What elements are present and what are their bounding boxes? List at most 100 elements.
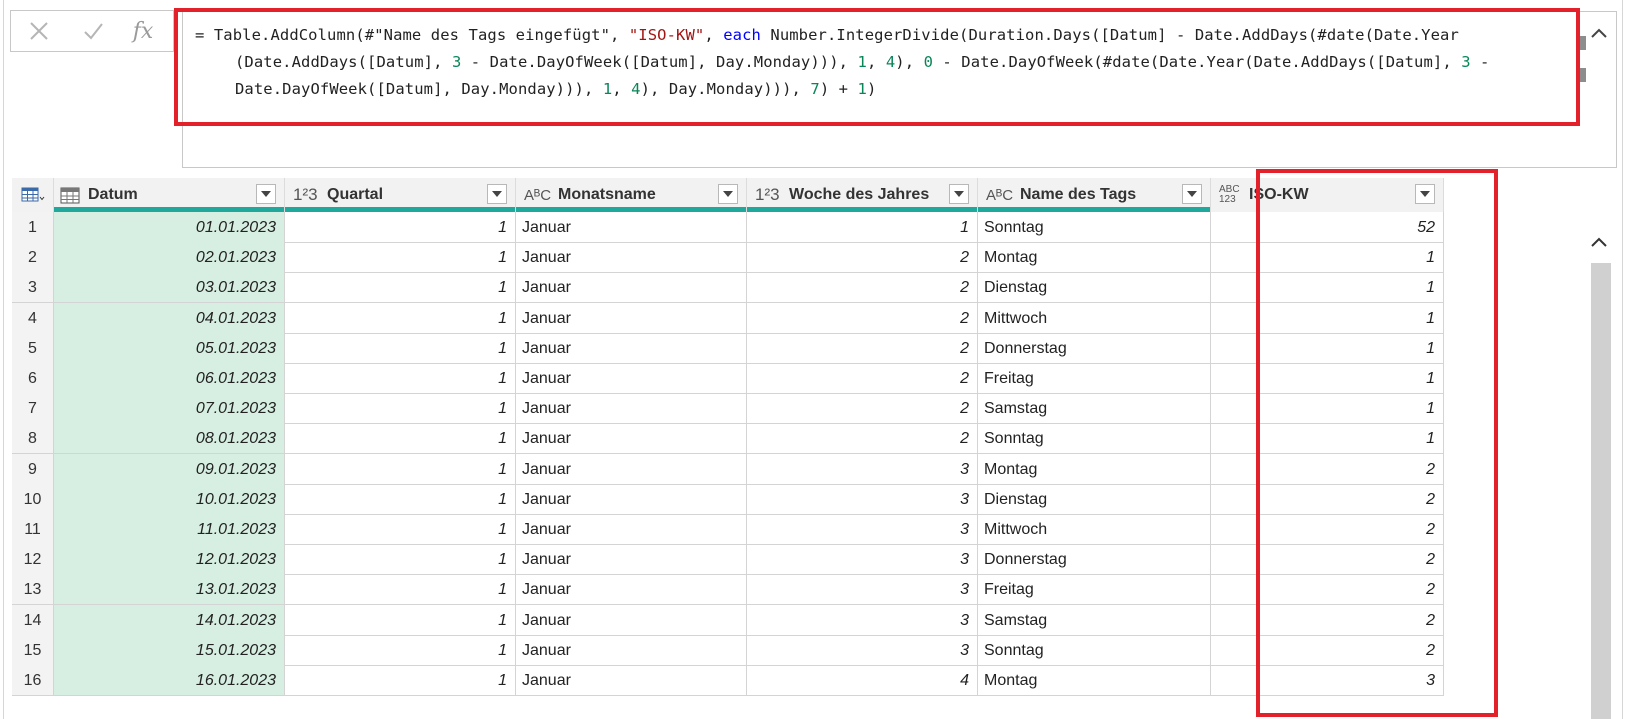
cell-datum[interactable]: 08.01.2023 bbox=[54, 423, 285, 455]
row-number[interactable]: 5 bbox=[12, 332, 54, 364]
column-header-datum[interactable]: Datum bbox=[54, 178, 285, 212]
cell-monatsname[interactable]: Januar bbox=[516, 604, 747, 636]
cell-monatsname[interactable]: Januar bbox=[516, 272, 747, 304]
check-icon[interactable] bbox=[73, 11, 113, 51]
chevron-up-icon[interactable] bbox=[1589, 235, 1611, 253]
cell-name-des-tags[interactable]: Samstag bbox=[978, 393, 1211, 425]
filter-dropdown-button[interactable] bbox=[1182, 184, 1202, 204]
cell-name-des-tags[interactable]: Donnerstag bbox=[978, 544, 1211, 576]
fx-icon[interactable]: fx bbox=[123, 11, 163, 51]
cell-quartal[interactable]: 1 bbox=[285, 332, 516, 364]
cell-quartal[interactable]: 1 bbox=[285, 242, 516, 274]
row-number[interactable]: 10 bbox=[12, 483, 54, 515]
cell-name-des-tags[interactable]: Freitag bbox=[978, 574, 1211, 606]
cell-monatsname[interactable]: Januar bbox=[516, 393, 747, 425]
row-number[interactable]: 8 bbox=[12, 423, 54, 455]
cell-quartal[interactable]: 1 bbox=[285, 393, 516, 425]
cell-quartal[interactable]: 1 bbox=[285, 423, 516, 455]
cell-quartal[interactable]: 1 bbox=[285, 272, 516, 304]
cell-monatsname[interactable]: Januar bbox=[516, 302, 747, 334]
cell-woche-des-jahres[interactable]: 2 bbox=[747, 302, 978, 334]
cell-name-des-tags[interactable]: Mittwoch bbox=[978, 514, 1211, 545]
cell-monatsname[interactable]: Januar bbox=[516, 453, 747, 485]
cell-quartal[interactable]: 1 bbox=[285, 302, 516, 334]
cell-name-des-tags[interactable]: Samstag bbox=[978, 604, 1211, 636]
scrollbar-thumb[interactable] bbox=[1591, 263, 1611, 719]
cell-woche-des-jahres[interactable]: 3 bbox=[747, 514, 978, 545]
cell-datum[interactable]: 14.01.2023 bbox=[54, 604, 285, 636]
cell-monatsname[interactable]: Januar bbox=[516, 634, 747, 666]
cell-woche-des-jahres[interactable]: 4 bbox=[747, 665, 978, 696]
cell-woche-des-jahres[interactable]: 2 bbox=[747, 423, 978, 455]
table-menu-button[interactable] bbox=[12, 178, 54, 212]
cell-monatsname[interactable]: Januar bbox=[516, 242, 747, 274]
cell-quartal[interactable]: 1 bbox=[285, 544, 516, 576]
close-icon[interactable] bbox=[19, 11, 59, 51]
row-number[interactable]: 16 bbox=[12, 665, 54, 696]
cell-quartal[interactable]: 1 bbox=[285, 363, 516, 394]
cell-monatsname[interactable]: Januar bbox=[516, 332, 747, 364]
row-number[interactable]: 12 bbox=[12, 544, 54, 576]
cell-woche-des-jahres[interactable]: 2 bbox=[747, 272, 978, 304]
row-number[interactable]: 1 bbox=[12, 212, 54, 243]
cell-quartal[interactable]: 1 bbox=[285, 514, 516, 545]
cell-datum[interactable]: 15.01.2023 bbox=[54, 634, 285, 666]
cell-monatsname[interactable]: Januar bbox=[516, 423, 747, 455]
cell-monatsname[interactable]: Januar bbox=[516, 514, 747, 545]
cell-name-des-tags[interactable]: Freitag bbox=[978, 363, 1211, 394]
cell-datum[interactable]: 05.01.2023 bbox=[54, 332, 285, 364]
cell-woche-des-jahres[interactable]: 3 bbox=[747, 453, 978, 485]
filter-dropdown-button[interactable] bbox=[487, 184, 507, 204]
cell-datum[interactable]: 06.01.2023 bbox=[54, 363, 285, 394]
cell-quartal[interactable]: 1 bbox=[285, 212, 516, 243]
cell-name-des-tags[interactable]: Sonntag bbox=[978, 634, 1211, 666]
row-number[interactable]: 2 bbox=[12, 242, 54, 274]
cell-woche-des-jahres[interactable]: 3 bbox=[747, 604, 978, 636]
cell-woche-des-jahres[interactable]: 3 bbox=[747, 483, 978, 515]
cell-name-des-tags[interactable]: Sonntag bbox=[978, 423, 1211, 455]
column-header-quartal[interactable]: 1²3 Quartal bbox=[285, 178, 516, 212]
row-number[interactable]: 9 bbox=[12, 453, 54, 485]
cell-datum[interactable]: 01.01.2023 bbox=[54, 212, 285, 243]
cell-name-des-tags[interactable]: Montag bbox=[978, 242, 1211, 274]
cell-monatsname[interactable]: Januar bbox=[516, 544, 747, 576]
column-header-woche-des-jahres[interactable]: 1²3 Woche des Jahres bbox=[747, 178, 978, 212]
cell-name-des-tags[interactable]: Dienstag bbox=[978, 483, 1211, 515]
filter-dropdown-button[interactable] bbox=[256, 184, 276, 204]
row-number[interactable]: 13 bbox=[12, 574, 54, 606]
cell-woche-des-jahres[interactable]: 2 bbox=[747, 242, 978, 274]
cell-woche-des-jahres[interactable]: 2 bbox=[747, 393, 978, 425]
collapse-formula-icon[interactable] bbox=[1590, 26, 1608, 44]
cell-name-des-tags[interactable]: Montag bbox=[978, 665, 1211, 696]
cell-name-des-tags[interactable]: Donnerstag bbox=[978, 332, 1211, 364]
cell-datum[interactable]: 09.01.2023 bbox=[54, 453, 285, 485]
cell-datum[interactable]: 04.01.2023 bbox=[54, 302, 285, 334]
column-header-monatsname[interactable]: AᴮC Monatsname bbox=[516, 178, 747, 212]
cell-monatsname[interactable]: Januar bbox=[516, 363, 747, 394]
cell-datum[interactable]: 02.01.2023 bbox=[54, 242, 285, 274]
filter-dropdown-button[interactable] bbox=[949, 184, 969, 204]
cell-quartal[interactable]: 1 bbox=[285, 483, 516, 515]
cell-datum[interactable]: 03.01.2023 bbox=[54, 272, 285, 304]
cell-datum[interactable]: 13.01.2023 bbox=[54, 574, 285, 606]
row-number[interactable]: 14 bbox=[12, 604, 54, 636]
row-number[interactable]: 6 bbox=[12, 363, 54, 394]
cell-datum[interactable]: 07.01.2023 bbox=[54, 393, 285, 425]
cell-monatsname[interactable]: Januar bbox=[516, 574, 747, 606]
cell-datum[interactable]: 16.01.2023 bbox=[54, 665, 285, 696]
cell-monatsname[interactable]: Januar bbox=[516, 212, 747, 243]
cell-woche-des-jahres[interactable]: 3 bbox=[747, 634, 978, 666]
cell-quartal[interactable]: 1 bbox=[285, 604, 516, 636]
cell-woche-des-jahres[interactable]: 3 bbox=[747, 574, 978, 606]
cell-name-des-tags[interactable]: Dienstag bbox=[978, 272, 1211, 304]
row-number[interactable]: 11 bbox=[12, 514, 54, 545]
formula-text[interactable]: = Table.AddColumn(#"Name des Tags eingef… bbox=[195, 22, 1565, 103]
cell-datum[interactable]: 11.01.2023 bbox=[54, 514, 285, 545]
cell-woche-des-jahres[interactable]: 2 bbox=[747, 363, 978, 394]
cell-name-des-tags[interactable]: Mittwoch bbox=[978, 302, 1211, 334]
cell-datum[interactable]: 10.01.2023 bbox=[54, 483, 285, 515]
cell-monatsname[interactable]: Januar bbox=[516, 665, 747, 696]
row-number[interactable]: 3 bbox=[12, 272, 54, 304]
vertical-scrollbar[interactable] bbox=[1587, 223, 1611, 719]
cell-name-des-tags[interactable]: Montag bbox=[978, 453, 1211, 485]
